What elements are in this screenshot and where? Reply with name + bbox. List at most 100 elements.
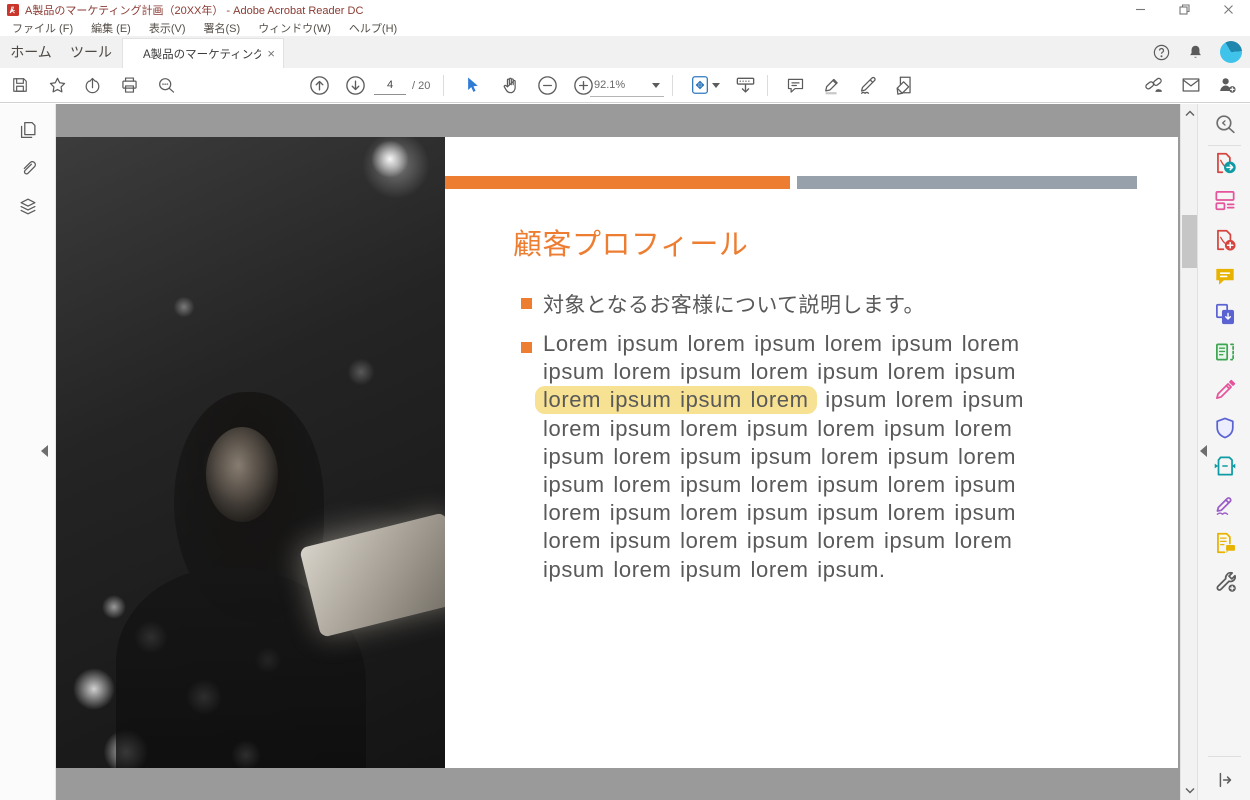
scroll-up-button[interactable] [1181, 106, 1198, 121]
collapse-left-pane-icon[interactable] [41, 445, 48, 457]
zoom-out-button[interactable] [532, 70, 562, 100]
add-people-button[interactable] [1212, 70, 1242, 100]
share-upload-button[interactable] [77, 70, 107, 100]
tab-tools[interactable]: ツール [62, 36, 120, 68]
scroll-down-button[interactable] [1181, 783, 1198, 798]
restore-button[interactable] [1162, 0, 1206, 19]
comment-tool-button[interactable] [1211, 263, 1239, 291]
page-down-icon [344, 74, 367, 97]
menu-help[interactable]: ヘルプ(H) [340, 20, 406, 36]
export-pdf-button[interactable] [1211, 149, 1239, 177]
combine-files-button[interactable] [1211, 300, 1239, 328]
menu-edit[interactable]: 編集 (E) [82, 20, 140, 36]
vertical-scrollbar[interactable] [1180, 104, 1197, 800]
tab-home[interactable]: ホーム [0, 36, 62, 68]
bell-icon[interactable] [1186, 43, 1205, 62]
toolbar-divider [672, 75, 673, 96]
sign-icon [857, 74, 879, 96]
fill-sign-button[interactable] [1211, 376, 1239, 404]
tab-close-button[interactable]: × [267, 46, 275, 61]
menu-file[interactable]: ファイル (F) [3, 20, 82, 36]
expand-panel-button[interactable] [1211, 766, 1239, 794]
slide-bullet-text: 対象となるお客様について説明します。 [543, 289, 925, 319]
request-signatures-button[interactable] [1211, 529, 1239, 557]
create-pdf-button[interactable] [1211, 226, 1239, 254]
avatar[interactable] [1220, 41, 1242, 63]
search-button[interactable] [151, 70, 181, 100]
highlight-annotation[interactable]: lorem ipsum ipsum lorem [535, 386, 817, 414]
star-button[interactable] [42, 70, 72, 100]
fit-options-caret-icon[interactable] [712, 83, 720, 88]
menu-view[interactable]: 表示(V) [140, 20, 195, 36]
scroll-up-icon [1185, 110, 1195, 117]
hand-tool-button[interactable] [495, 70, 525, 100]
certificates-button[interactable] [1211, 491, 1239, 519]
slide-body-text: Lorem ipsum lorem ipsum lorem ipsum lore… [543, 330, 1103, 584]
menu-window[interactable]: ウィンドウ(W) [249, 20, 340, 36]
menubar: ファイル (F) 編集 (E) 表示(V) 署名(S) ウィンドウ(W) ヘルプ… [0, 19, 1250, 36]
body-text-line: Lorem ipsum lorem ipsum lorem ipsum lore… [543, 330, 1103, 358]
print-button[interactable] [114, 70, 144, 100]
share-upload-icon [82, 75, 103, 96]
left-panel [0, 104, 56, 800]
right-tools-panel [1197, 104, 1250, 800]
fit-page-button[interactable] [685, 70, 715, 100]
stamp-tools-button[interactable] [890, 70, 920, 100]
tab-document[interactable]: A製品のマーケティング... × [122, 38, 284, 68]
tabbar-right [1152, 36, 1242, 68]
acrobat-window: A製品のマーケティング計画（20XX年） - Adobe Acrobat Rea… [0, 0, 1250, 800]
organize-pages-button[interactable] [1211, 338, 1239, 366]
add-tools-button[interactable] [1211, 567, 1239, 595]
chevron-down-icon [652, 83, 660, 88]
compress-pdf-button[interactable] [1211, 452, 1239, 480]
photo-face [206, 427, 278, 522]
document-tab-label: A製品のマーケティング... [143, 46, 261, 62]
edit-pdf-icon [1212, 187, 1238, 213]
zoom-level-dropdown[interactable]: 92.1% [590, 74, 664, 97]
acrobat-logo-icon [7, 4, 19, 16]
previous-page-button[interactable] [304, 70, 334, 100]
highlight-button[interactable] [817, 70, 847, 100]
comment-button[interactable] [780, 70, 810, 100]
select-tool-button[interactable] [457, 70, 487, 100]
gray-accent-bar [797, 176, 1137, 189]
collapse-right-pane-icon[interactable] [1200, 445, 1207, 457]
help-icon[interactable] [1152, 43, 1171, 62]
stamp-tools-icon [894, 74, 916, 96]
bullet-marker [521, 342, 532, 353]
body-text-line: ipsum lorem ipsum lorem ipsum lorem ipsu… [543, 471, 1103, 499]
minimize-button[interactable] [1118, 0, 1162, 19]
document-viewport: 顧客プロフィール 対象となるお客様について説明します。 Lorem ipsum … [56, 104, 1180, 800]
close-button[interactable] [1206, 0, 1250, 19]
titlebar: A製品のマーケティング計画（20XX年） - Adobe Acrobat Rea… [0, 0, 1250, 19]
email-button[interactable] [1176, 70, 1206, 100]
sign-button[interactable] [853, 70, 883, 100]
window-title: A製品のマーケティング計画（20XX年） - Adobe Acrobat Rea… [25, 2, 363, 18]
window-controls [1118, 0, 1250, 19]
page-up-icon [308, 74, 331, 97]
menu-sign[interactable]: 署名(S) [195, 20, 250, 36]
combine-files-icon [1212, 301, 1238, 327]
export-pdf-icon [1212, 150, 1238, 176]
protect-button[interactable] [1211, 414, 1239, 442]
page-thumbnails-button[interactable] [14, 116, 42, 144]
search-tool-button[interactable] [1211, 110, 1239, 138]
scrollbar-thumb[interactable] [1182, 215, 1197, 268]
highlight-icon [821, 74, 843, 96]
next-page-button[interactable] [340, 70, 370, 100]
page-number-input[interactable] [374, 76, 406, 95]
save-button[interactable] [5, 70, 35, 100]
attachments-button[interactable] [14, 154, 42, 182]
slide-title: 顧客プロフィール [513, 221, 748, 263]
tabbar: ホーム ツール A製品のマーケティング... × [0, 36, 1250, 68]
hand-tool-icon [500, 75, 521, 96]
link-share-button[interactable] [1139, 70, 1169, 100]
edit-pdf-button[interactable] [1211, 186, 1239, 214]
zoom-level-value: 92.1% [594, 79, 625, 91]
toolbar-divider [767, 75, 768, 96]
layers-button[interactable] [14, 193, 42, 221]
reading-mode-icon [734, 74, 757, 97]
search-tool-icon [1213, 112, 1238, 137]
reading-mode-button[interactable] [730, 70, 760, 100]
orange-accent-bar [445, 176, 790, 189]
